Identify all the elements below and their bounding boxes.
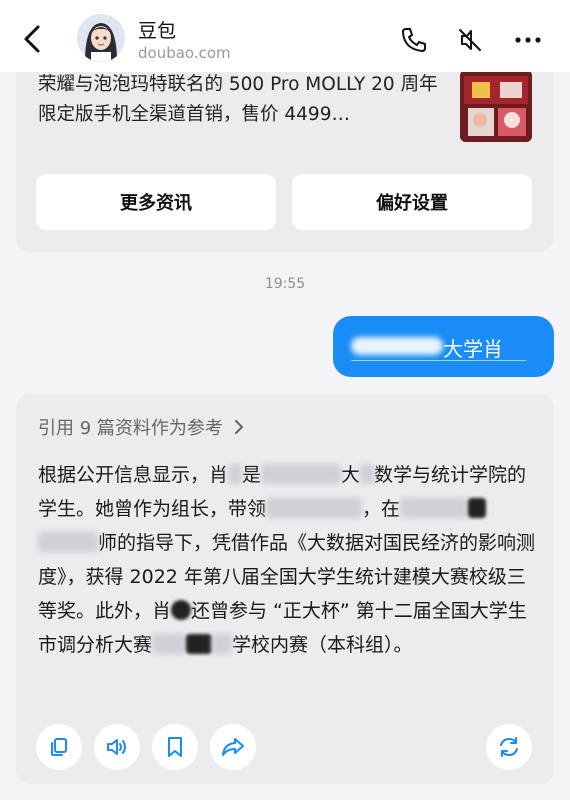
- redacted-text: [351, 337, 443, 355]
- share-button[interactable]: [210, 724, 256, 770]
- user-message-bubble[interactable]: 大学肖: [333, 316, 554, 377]
- more-news-button[interactable]: 更多资讯: [36, 174, 276, 230]
- news-card: 荣耀与泡泡玛特联名的 500 Pro MOLLY 20 周年限定版手机全渠道首销…: [16, 58, 554, 252]
- answer-text-part: 是: [242, 464, 262, 486]
- news-snippet[interactable]: 荣耀与泡泡玛特联名的 500 Pro MOLLY 20 周年限定版手机全渠道首销…: [38, 70, 438, 130]
- read-aloud-button[interactable]: [94, 724, 140, 770]
- copy-icon: [51, 738, 67, 756]
- answer-text: 根据公开信息显示，肖是大数学与统计学院的学生。她曾作为组长，带领 ，在师的指导下，…: [38, 458, 538, 662]
- redacted-text: [468, 498, 487, 518]
- redacted-text: [186, 634, 213, 654]
- regenerate-icon: [500, 737, 518, 757]
- more-icon[interactable]: [514, 26, 542, 54]
- answer-text-part: 大: [341, 464, 361, 486]
- user-message-text: 大学肖: [443, 337, 503, 361]
- redacted-text: [38, 532, 98, 552]
- redacted-text: [261, 464, 342, 484]
- avatar[interactable]: [77, 14, 125, 62]
- back-arrow-icon[interactable]: [18, 24, 48, 54]
- news-thumbnail[interactable]: [460, 70, 532, 142]
- redacted-text: [360, 464, 375, 484]
- chat-header: 豆包 doubao.com: [0, 0, 570, 72]
- answer-text-part: 学校内赛（本科组）。: [232, 634, 413, 656]
- share-icon: [222, 738, 244, 756]
- redacted-text: [228, 464, 243, 484]
- chevron-right-icon: [234, 420, 243, 434]
- copy-button[interactable]: [36, 724, 82, 770]
- redacted-text: [152, 634, 187, 654]
- phone-icon[interactable]: [400, 26, 428, 54]
- assistant-answer-card: 引用 9 篇资料作为参考 根据公开信息显示，肖是大数学与统计学院的学生。她曾作为…: [16, 394, 554, 784]
- preferences-button[interactable]: 偏好设置: [292, 174, 532, 230]
- answer-text-part: 根据公开信息显示，肖: [38, 464, 229, 486]
- redacted-text: [400, 498, 469, 518]
- redacted-text: [171, 600, 192, 620]
- references-link[interactable]: 引用 9 篇资料作为参考: [38, 414, 245, 440]
- message-timestamp: 19:55: [264, 276, 306, 292]
- chat-title: 豆包: [138, 20, 177, 42]
- avatar-image: [77, 14, 125, 62]
- bookmark-button[interactable]: [152, 724, 198, 770]
- text-underline: [351, 360, 526, 361]
- redacted-text: [266, 498, 363, 518]
- answer-text-part: ，在: [362, 498, 401, 520]
- chat-subtitle: doubao.com: [138, 44, 231, 62]
- speaker-icon: [107, 739, 126, 755]
- references-label: 引用 9 篇资料作为参考: [38, 418, 223, 439]
- news-thumbnail-image: [460, 70, 532, 142]
- redacted-text: [212, 634, 233, 654]
- bookmark-icon: [168, 737, 182, 757]
- regenerate-button[interactable]: [486, 724, 532, 770]
- mute-speaker-icon[interactable]: [456, 26, 484, 54]
